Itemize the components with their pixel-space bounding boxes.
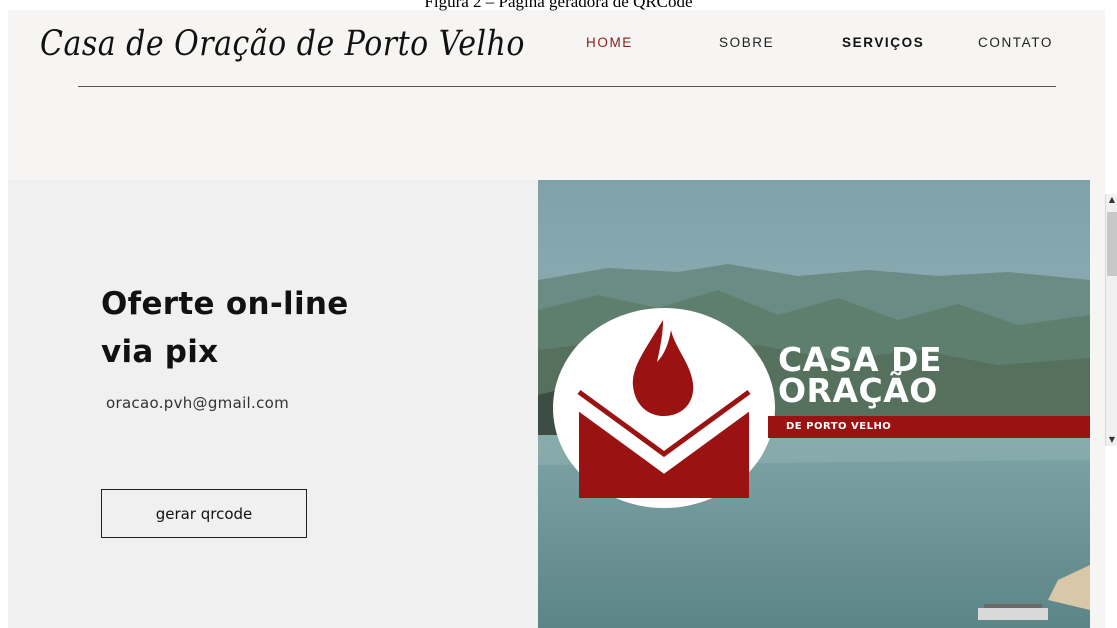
nav-contato-link[interactable]: CONTATO (978, 35, 1053, 50)
arrow-up-icon[interactable]: ▲ (1106, 194, 1117, 206)
vertical-scrollbar[interactable]: ▲ ▼ (1105, 194, 1117, 446)
arrow-down-icon[interactable]: ▼ (1106, 434, 1117, 446)
nav-home-link[interactable]: HOME (586, 35, 633, 50)
generate-qrcode-button[interactable]: gerar qrcode (101, 489, 307, 538)
site-logo[interactable]: Casa de Oração de Porto Velho (40, 24, 525, 64)
pix-offer-title-line-1: Oferte on-line (101, 286, 349, 322)
pix-offer-title: Oferte on-line via pix (101, 280, 481, 376)
contact-email: oracao.pvh@gmail.com (106, 394, 290, 412)
pix-offer-title-line-2: via pix (101, 334, 219, 370)
figure-caption: Figura 2 – Página geradora de QRCode (424, 0, 693, 11)
scrollbar-thumb[interactable] (1107, 212, 1117, 276)
brand-banner-image: CASA DE ORAÇÃO DE PORTO VELHO (538, 180, 1090, 628)
pix-offer-section: Oferte on-line via pix oracao.pvh@gmail.… (8, 180, 538, 628)
web-page: Casa de Oração de Porto Velho HOME SOBRE… (8, 10, 1105, 628)
nav-sobre-link[interactable]: SOBRE (719, 35, 774, 50)
nav-servicos-link[interactable]: SERVIÇOS (842, 35, 924, 50)
flame-over-open-book-icon (553, 308, 775, 508)
brand-subtitle: DE PORTO VELHO (786, 421, 892, 432)
header-divider (78, 86, 1056, 87)
brand-title: CASA DE ORAÇÃO (778, 343, 1090, 410)
brand-title-line-2: ORAÇÃO (778, 371, 938, 410)
